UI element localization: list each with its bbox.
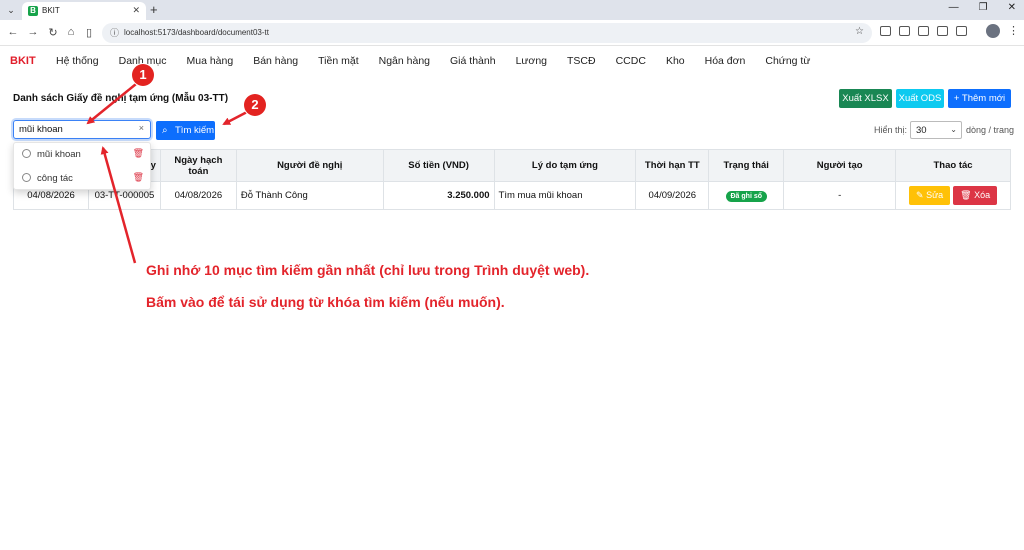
menu-item-hoa-don[interactable]: Hóa đơn <box>705 55 746 67</box>
cell-creator: - <box>783 181 897 210</box>
forward-icon[interactable]: → <box>26 26 40 38</box>
cell-reason: Tìm mua mũi khoan <box>493 181 637 210</box>
cell-posting-date: 04/08/2026 <box>159 181 237 210</box>
window-controls: — ❐ ✕ <box>949 2 1016 13</box>
page-title: Danh sách Giấy đề nghị tạm ứng (Mẫu 03-T… <box>13 93 229 104</box>
annotation-marker-1: 1 <box>132 64 154 86</box>
column-header-requester[interactable]: Người đề nghị <box>235 149 384 182</box>
annotation-note-1: Ghi nhớ 10 mục tìm kiếm gần nhất (chỉ lư… <box>146 262 590 278</box>
sidebar-icon[interactable]: ▯ <box>82 26 96 39</box>
menu-item-ngan-hang[interactable]: Ngân hàng <box>379 55 430 67</box>
column-header-actions: Thao tác <box>895 149 1011 182</box>
clear-icon[interactable]: × <box>139 123 144 133</box>
export-ods-button[interactable]: Xuất ODS <box>896 89 944 108</box>
history-item-label: mũi khoan <box>37 149 81 160</box>
page-size-select[interactable]: 30 ⌄ <box>910 121 962 139</box>
per-page-label: dòng / trang <box>966 125 1015 135</box>
window-close-icon[interactable]: ✕ <box>1008 2 1016 13</box>
page-size-label: Hiển thị: <box>874 125 908 135</box>
trash-icon: 🗑 <box>960 190 972 200</box>
trash-icon[interactable]: 🗑 <box>133 148 144 159</box>
delete-label: Xóa <box>974 190 991 200</box>
extension-icons <box>880 26 967 36</box>
column-header-creator[interactable]: Người tạo <box>783 149 897 182</box>
browser-toolbar: ← → ↻ ⌂ ▯ ⓘ localhost:5173/dashboard/doc… <box>0 20 1024 46</box>
cell-due-date: 04/09/2026 <box>635 181 710 210</box>
cell-amount: 3.250.000 <box>382 181 495 210</box>
column-header-reason[interactable]: Lý do tạm ứng <box>493 149 637 182</box>
search-icon: ⌕ <box>162 125 168 136</box>
menu-item-mua-hang[interactable]: Mua hàng <box>186 55 233 67</box>
address-bar[interactable]: ⓘ localhost:5173/dashboard/document03-tt… <box>102 23 872 43</box>
main-menu: Hệ thống Danh mục Mua hàng Bán hàng Tiền… <box>56 55 830 67</box>
close-tab-icon[interactable]: ✕ <box>132 5 140 16</box>
delete-button[interactable]: 🗑 Xóa <box>953 186 998 205</box>
kebab-menu-icon[interactable]: ⋮ <box>1008 24 1019 37</box>
table-header-row: y Ngày hạch toán Người đề nghị Số tiền (… <box>13 149 1011 182</box>
menu-item-gia-thanh[interactable]: Giá thành <box>450 55 496 67</box>
add-new-button[interactable]: + Thêm mới <box>948 89 1011 108</box>
menu-item-he-thong[interactable]: Hệ thống <box>56 55 99 67</box>
trash-icon[interactable]: 🗑 <box>133 172 144 183</box>
annotation-marker-2: 2 <box>244 94 266 116</box>
column-header-amount[interactable]: Số tiền (VND) <box>382 149 495 182</box>
chevron-down-icon: ⌄ <box>950 125 957 134</box>
cell-status: Đã ghi sổ <box>708 181 785 210</box>
browser-tabstrip: ⌄ B BKIT ✕ + — ❐ ✕ <box>0 0 1024 20</box>
home-icon[interactable]: ⌂ <box>64 26 78 38</box>
edit-button[interactable]: ✎ Sửa <box>909 186 951 205</box>
search-history-dropdown: mũi khoan 🗑 công tác 🗑 <box>13 142 151 190</box>
history-item-label: công tác <box>37 173 73 184</box>
page-size-value: 30 <box>916 125 927 136</box>
menu-item-chung-tu[interactable]: Chứng từ <box>765 55 810 67</box>
menu-item-tien-mat[interactable]: Tiền mặt <box>318 55 358 67</box>
search-button-label: Tìm kiếm <box>175 125 215 136</box>
clock-icon <box>22 149 31 158</box>
search-input[interactable]: mũi khoan × <box>13 120 151 139</box>
back-icon[interactable]: ← <box>6 26 20 38</box>
search-button[interactable]: ⌕ Tìm kiếm <box>156 121 215 140</box>
brand-logo[interactable]: BKIT <box>10 55 36 67</box>
tab-search-icon[interactable]: ⌄ <box>4 3 18 17</box>
extension-icon[interactable] <box>880 26 891 36</box>
history-item[interactable]: mũi khoan 🗑 <box>14 143 152 167</box>
history-item[interactable]: công tác 🗑 <box>14 167 152 191</box>
column-header-posting-date[interactable]: Ngày hạch toán <box>159 149 237 182</box>
extension-icon[interactable] <box>899 26 910 36</box>
pencil-icon: ✎ <box>916 190 924 200</box>
favicon-icon: B <box>28 6 38 16</box>
menu-item-ban-hang[interactable]: Bán hàng <box>253 55 298 67</box>
app-navbar: BKIT Hệ thống Danh mục Mua hàng Bán hàng… <box>0 50 1024 74</box>
browser-tab[interactable]: B BKIT ✕ <box>22 2 146 20</box>
extension-icon[interactable] <box>956 26 967 36</box>
menu-item-ccdc[interactable]: CCDC <box>616 55 646 67</box>
annotation-note-2: Bấm vào để tái sử dụng từ khóa tìm kiếm … <box>146 294 505 310</box>
clock-icon <box>22 173 31 182</box>
minimize-icon[interactable]: — <box>949 2 959 13</box>
star-icon[interactable]: ☆ <box>855 26 864 37</box>
column-header-due-date[interactable]: Thời hạn TT <box>635 149 710 182</box>
new-tab-icon[interactable]: + <box>150 2 158 17</box>
export-xlsx-button[interactable]: Xuất XLSX <box>839 89 892 108</box>
extension-icon[interactable] <box>918 26 929 36</box>
site-info-icon[interactable]: ⓘ <box>110 26 119 39</box>
extension-icon[interactable] <box>937 26 948 36</box>
search-input-value: mũi khoan <box>19 124 63 135</box>
menu-item-kho[interactable]: Kho <box>666 55 685 67</box>
menu-item-tscd[interactable]: TSCĐ <box>567 55 596 67</box>
tab-title: BKIT <box>42 6 60 15</box>
reload-icon[interactable]: ↻ <box>46 26 60 39</box>
table-row[interactable]: 04/08/2026 03-TT-000005 04/08/2026 Đỗ Th… <box>13 181 1011 210</box>
url-text: localhost:5173/dashboard/document03-tt <box>124 28 269 37</box>
profile-avatar[interactable] <box>986 24 1000 38</box>
cell-requester: Đỗ Thành Công <box>235 181 384 210</box>
cell-actions: ✎ Sửa 🗑 Xóa <box>895 181 1011 210</box>
column-header-status[interactable]: Trạng thái <box>708 149 785 182</box>
menu-item-luong[interactable]: Lương <box>516 55 547 67</box>
status-badge: Đã ghi sổ <box>725 190 768 202</box>
annotation-arrow-2 <box>222 110 248 126</box>
edit-label: Sửa <box>926 190 944 200</box>
data-table: y Ngày hạch toán Người đề nghị Số tiền (… <box>13 149 1011 210</box>
restore-icon[interactable]: ❐ <box>979 2 988 13</box>
